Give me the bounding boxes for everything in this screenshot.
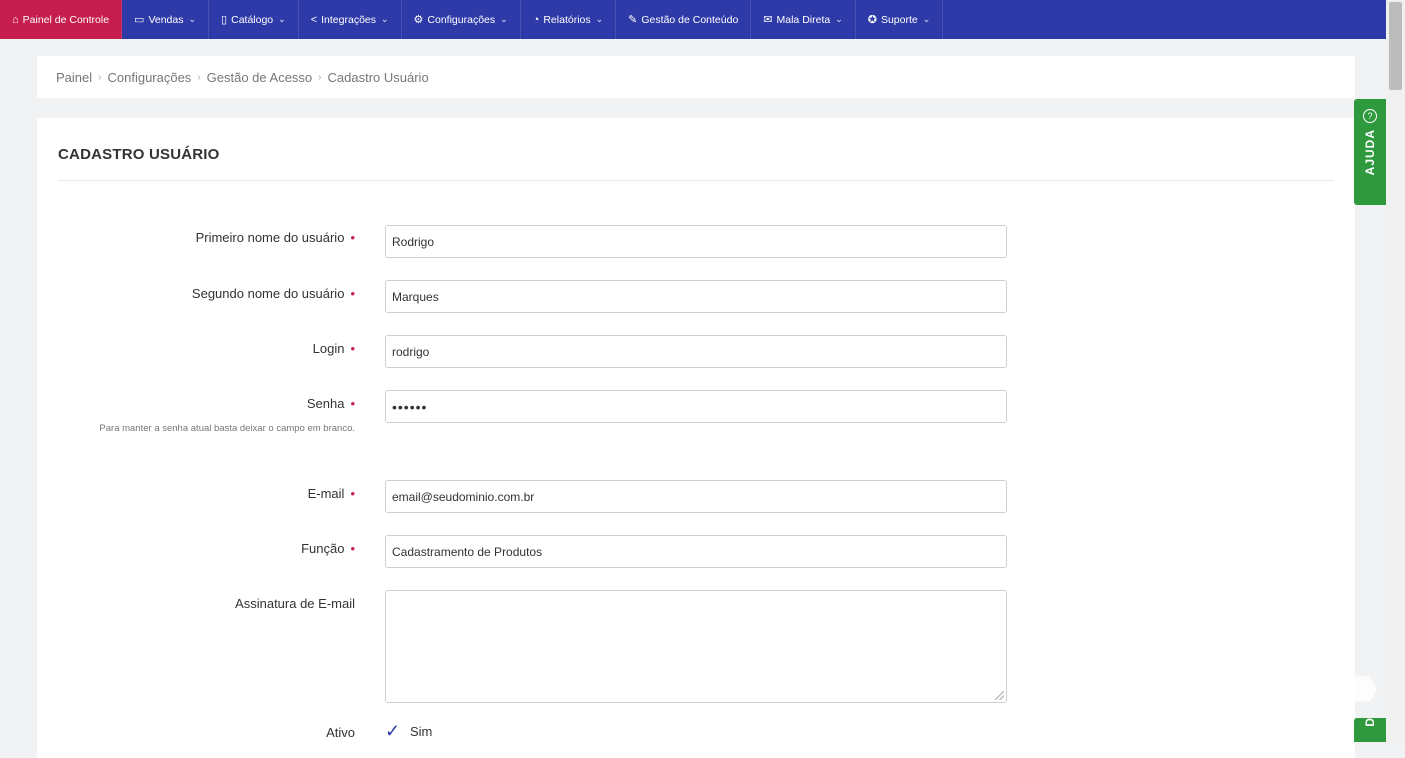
book-icon: ▯ [221, 14, 228, 26]
required-marker: • [350, 486, 355, 501]
breadcrumb-item-gestao-de-acesso[interactable]: Gestão de Acesso [207, 70, 313, 85]
breadcrumb-separator: › [318, 71, 322, 83]
role-label-text: Função [301, 541, 345, 556]
nav-mala-direta[interactable]: ✉ Mala Direta ⌄ [751, 0, 856, 39]
first-name-label-text: Primeiro nome do usuário [195, 230, 345, 245]
gear-icon: ⚙ [413, 14, 424, 26]
required-marker: • [350, 286, 355, 301]
login-label: Login • [313, 341, 355, 356]
chevron-down-icon: ⌄ [188, 14, 197, 24]
chevron-down-icon: ⌄ [835, 14, 843, 24]
signature-label-text: Assinatura de E-mail [235, 596, 355, 611]
chevron-down-icon: ⌄ [500, 14, 508, 24]
nav-suporte[interactable]: ✪ Suporte ⌄ [856, 0, 944, 39]
nav-catalogo[interactable]: ▯ Catálogo ⌄ [209, 0, 299, 39]
nav-label: Configurações [427, 13, 496, 26]
page-title: CADASTRO USUÁRIO [58, 146, 220, 163]
login-label-text: Login [312, 341, 345, 356]
last-name-label: Segundo nome do usuário • [192, 286, 355, 301]
top-navigation: ⌂ Painel de Controle ▭ Vendas ⌄ ▯ Catálo… [0, 0, 1386, 39]
active-label-text: Ativo [326, 725, 355, 740]
check-icon[interactable]: ✓ [385, 721, 400, 742]
signature-label: Assinatura de E-mail [235, 596, 355, 611]
required-marker: • [350, 396, 355, 411]
email-signature-textarea[interactable] [385, 590, 1007, 703]
required-marker: • [350, 541, 355, 556]
password-input[interactable] [385, 390, 1007, 423]
email-label-text: E-mail [307, 486, 345, 501]
role-label: Função • [301, 541, 355, 556]
home-icon: ⌂ [12, 13, 19, 26]
breadcrumb-item-configuracoes[interactable]: Configurações [107, 70, 191, 85]
last-name-input[interactable] [385, 280, 1007, 313]
nav-configuracoes[interactable]: ⚙ Configurações ⌄ [402, 0, 521, 39]
required-marker: • [350, 341, 355, 356]
breadcrumb-separator: › [197, 71, 201, 83]
breadcrumb: Painel › Configurações › Gestão de Acess… [37, 56, 1355, 98]
edit-icon: ✎ [628, 14, 638, 26]
nav-painel-de-controle[interactable]: ⌂ Painel de Controle [0, 0, 123, 39]
nav-gestao-de-conteudo[interactable]: ✎ Gestão de Conteúdo [616, 0, 752, 39]
password-hint: Para manter a senha atual basta deixar o… [99, 423, 355, 434]
title-divider [58, 180, 1334, 181]
nav-vendas[interactable]: ▭ Vendas ⌄ [122, 0, 210, 39]
nav-label: Integrações [321, 13, 376, 26]
password-label: Senha • [307, 396, 355, 411]
breadcrumb-item-painel[interactable]: Painel [56, 70, 92, 85]
share-icon: < [310, 13, 318, 26]
nav-relatorios[interactable]: ◔ Relatórios ⌄ [521, 0, 617, 39]
envelope-icon: ✉ [763, 14, 773, 26]
textarea-resize-handle[interactable] [995, 691, 1004, 700]
chart-pie-icon: ◔ [532, 13, 540, 26]
scrollbar-thumb[interactable] [1389, 2, 1402, 90]
nav-label: Gestão de Conteúdo [641, 13, 739, 26]
active-value: Sim [410, 724, 433, 739]
chevron-down-icon: ⌄ [278, 14, 286, 24]
active-label: Ativo [326, 725, 355, 740]
role-input[interactable] [385, 535, 1007, 568]
support-icon: ✪ [867, 14, 877, 26]
secondary-side-tab-label: D [1363, 718, 1377, 727]
last-name-label-text: Segundo nome do usuário [191, 286, 345, 301]
nav-label: Vendas [148, 13, 184, 26]
first-name-input[interactable] [385, 225, 1007, 258]
page-scrollbar[interactable] [1386, 0, 1405, 742]
email-label: E-mail • [308, 486, 355, 501]
chevron-down-icon: ⌄ [595, 14, 604, 24]
password-label-text: Senha [306, 396, 345, 411]
help-tab[interactable]: ? AJUDA [1354, 99, 1386, 205]
breadcrumb-item-current: Cadastro Usuário [327, 69, 429, 85]
nav-integracoes[interactable]: < Integrações ⌄ [299, 0, 402, 39]
email-input[interactable] [385, 480, 1007, 513]
secondary-side-tab[interactable]: D [1354, 718, 1386, 742]
first-name-label: Primeiro nome do usuário • [196, 230, 355, 245]
login-input[interactable] [385, 335, 1007, 368]
nav-label: Catálogo [231, 13, 274, 26]
folder-icon: ▭ [134, 14, 145, 26]
chevron-down-icon: ⌄ [922, 14, 931, 24]
chevron-down-icon: ⌄ [381, 14, 389, 24]
breadcrumb-separator: › [98, 71, 102, 83]
help-label: AJUDA [1363, 129, 1377, 176]
help-icon: ? [1363, 109, 1377, 123]
user-form-card: CADASTRO USUÁRIO Primeiro nome do usuári… [37, 118, 1355, 758]
required-marker: • [350, 230, 355, 245]
nav-label: Suporte [880, 13, 918, 26]
nav-label: Mala Direta [776, 13, 831, 26]
nav-label: Relatórios [543, 13, 591, 26]
nav-label: Painel de Controle [22, 13, 110, 26]
